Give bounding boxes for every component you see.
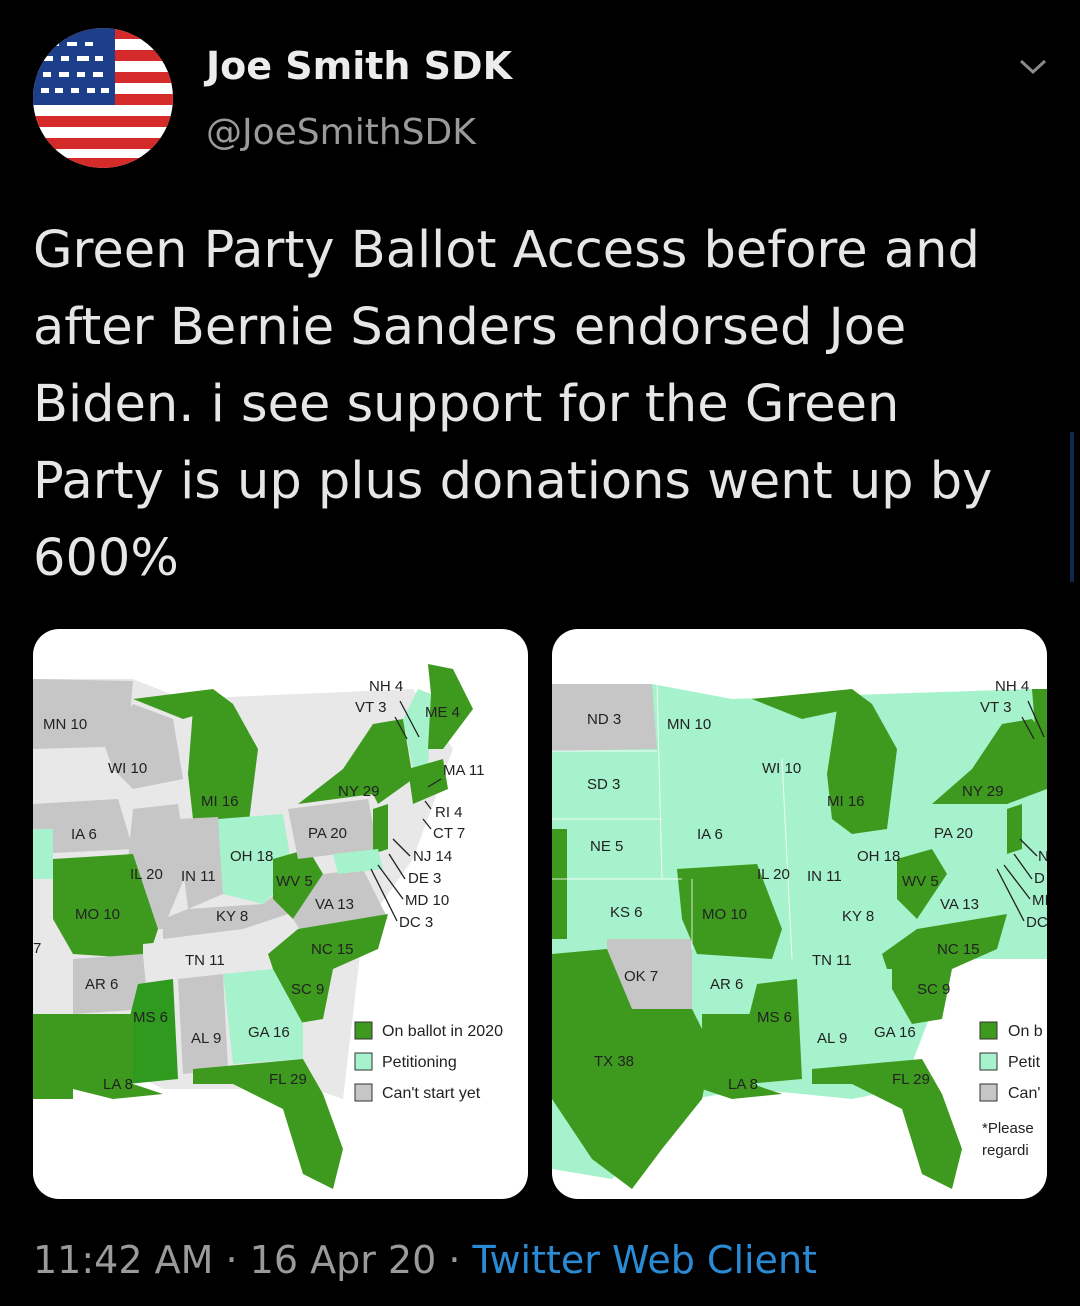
svg-text:TX 38: TX 38 — [594, 1053, 634, 1070]
svg-text:MN 10: MN 10 — [667, 716, 711, 733]
svg-text:OH 18: OH 18 — [857, 848, 900, 865]
svg-text:DE 3: DE 3 — [408, 870, 441, 887]
svg-text:Petit: Petit — [1008, 1054, 1041, 1071]
svg-text:AL 9: AL 9 — [191, 1030, 221, 1047]
svg-text:ND 3: ND 3 — [587, 711, 621, 728]
svg-text:SC 9: SC 9 — [291, 981, 324, 998]
svg-text:CT 7: CT 7 — [433, 825, 465, 842]
map-before-graphic: MN 10 WI 10 IA 6 MI 16 IL 20 IN 11 OH 18… — [33, 664, 503, 1189]
svg-text:MS 6: MS 6 — [757, 1009, 792, 1026]
svg-text:IL 20: IL 20 — [130, 866, 163, 883]
svg-text:IN 11: IN 11 — [807, 868, 842, 885]
svg-text:NE 5: NE 5 — [590, 838, 623, 855]
svg-text:NC 15: NC 15 — [311, 941, 354, 958]
us-flag-avatar-icon — [33, 28, 173, 168]
svg-text:MI 16: MI 16 — [827, 793, 865, 810]
svg-text:VA 13: VA 13 — [940, 896, 979, 913]
svg-text:D: D — [1034, 870, 1045, 887]
svg-text:KY 8: KY 8 — [216, 908, 248, 925]
svg-text:AR 6: AR 6 — [85, 976, 118, 993]
svg-text:DC: DC — [1026, 914, 1047, 931]
svg-text:Can': Can' — [1008, 1085, 1040, 1102]
svg-text:On ballot in 2020: On ballot in 2020 — [382, 1023, 503, 1040]
svg-text:GA 16: GA 16 — [874, 1024, 916, 1041]
tweet-meta: 11:42 AM · 16 Apr 20 · Twitter Web Clien… — [33, 1238, 817, 1282]
svg-text:SC 9: SC 9 — [917, 981, 950, 998]
svg-text:DC 3: DC 3 — [399, 914, 433, 931]
svg-text:OH 18: OH 18 — [230, 848, 273, 865]
client-link[interactable]: Twitter Web Client — [473, 1238, 817, 1282]
svg-text:AR 6: AR 6 — [710, 976, 743, 993]
svg-text:RI 4: RI 4 — [435, 804, 463, 821]
svg-text:MS 6: MS 6 — [133, 1009, 168, 1026]
avatar[interactable] — [33, 28, 173, 168]
svg-text:IA 6: IA 6 — [697, 826, 723, 843]
svg-text:TN 11: TN 11 — [812, 952, 852, 969]
svg-text:TN 11: TN 11 — [185, 952, 225, 969]
tweet-date[interactable]: 16 Apr 20 — [250, 1238, 437, 1282]
svg-text:N: N — [1038, 848, 1047, 865]
svg-text:WV 5: WV 5 — [902, 873, 939, 890]
tweet-text: Green Party Ballot Access before and aft… — [33, 221, 993, 588]
svg-text:NC 15: NC 15 — [937, 941, 980, 958]
svg-text:SD 3: SD 3 — [587, 776, 620, 793]
map-after-legend: On b Petit Can' *Please regardi — [979, 1021, 1043, 1159]
svg-text:*Please: *Please — [982, 1120, 1034, 1137]
svg-text:VT 3: VT 3 — [355, 699, 386, 716]
svg-text:Petitioning: Petitioning — [382, 1054, 457, 1071]
svg-text:OK 7: OK 7 — [624, 968, 658, 985]
svg-text:MI: MI — [1032, 892, 1047, 909]
svg-text:LA 8: LA 8 — [103, 1076, 133, 1093]
svg-text:IN 11: IN 11 — [181, 868, 216, 885]
display-name[interactable]: Joe Smith SDK — [206, 44, 512, 88]
map-before-legend: On ballot in 2020 Petitioning Can't star… — [354, 1021, 503, 1102]
svg-text:NY 29: NY 29 — [338, 783, 379, 800]
chevron-down-icon[interactable] — [1018, 56, 1048, 78]
svg-text:MO 10: MO 10 — [75, 906, 120, 923]
svg-text:On b: On b — [1008, 1023, 1043, 1040]
svg-text:MD 10: MD 10 — [405, 892, 449, 909]
svg-text:KY 8: KY 8 — [842, 908, 874, 925]
svg-text:WI 10: WI 10 — [762, 760, 801, 777]
svg-text:WI 10: WI 10 — [108, 760, 147, 777]
svg-text:AL 9: AL 9 — [817, 1030, 847, 1047]
svg-text:VT 3: VT 3 — [980, 699, 1011, 716]
svg-text:WV 5: WV 5 — [276, 873, 313, 890]
svg-text:MO 10: MO 10 — [702, 906, 747, 923]
svg-text:NY 29: NY 29 — [962, 783, 1003, 800]
user-handle[interactable]: @JoeSmithSDK — [206, 112, 476, 153]
svg-text:FL 29: FL 29 — [892, 1071, 930, 1088]
meta-separator: · — [448, 1238, 461, 1282]
svg-text:LA 8: LA 8 — [728, 1076, 758, 1093]
svg-text:NH 4: NH 4 — [995, 678, 1029, 695]
map-after-graphic: ND 3 MN 10 SD 3 WI 10 MI 16 NE 5 IA 6 IL… — [552, 678, 1047, 1189]
svg-text:IL 20: IL 20 — [757, 866, 790, 883]
svg-text:NJ 14: NJ 14 — [413, 848, 452, 865]
state-nj — [373, 804, 388, 854]
svg-text:ME 4: ME 4 — [425, 704, 460, 721]
svg-text:MI 16: MI 16 — [201, 793, 239, 810]
svg-text:NH 4: NH 4 — [369, 678, 403, 695]
svg-text:PA 20: PA 20 — [308, 825, 347, 842]
state-al — [178, 974, 228, 1074]
svg-text:MA 11: MA 11 — [443, 762, 484, 779]
svg-text:VA 13: VA 13 — [315, 896, 354, 913]
map-image-before[interactable]: MN 10 WI 10 IA 6 MI 16 IL 20 IN 11 OH 18… — [33, 629, 528, 1199]
state-ms — [747, 979, 802, 1084]
svg-text:GA 16: GA 16 — [248, 1024, 290, 1041]
state-ms — [128, 979, 178, 1084]
tweet-time[interactable]: 11:42 AM — [33, 1238, 213, 1282]
svg-text:MN 10: MN 10 — [43, 716, 87, 733]
state-fl — [812, 1059, 962, 1189]
svg-text:PA 20: PA 20 — [934, 825, 973, 842]
svg-text:regardi: regardi — [982, 1142, 1029, 1159]
map-image-after[interactable]: ND 3 MN 10 SD 3 WI 10 MI 16 NE 5 IA 6 IL… — [552, 629, 1047, 1199]
svg-text:Can't start yet: Can't start yet — [382, 1085, 481, 1102]
svg-text:IA 6: IA 6 — [71, 826, 97, 843]
meta-separator: · — [225, 1238, 238, 1282]
svg-text:FL 29: FL 29 — [269, 1071, 307, 1088]
scrollbar[interactable] — [1070, 432, 1074, 582]
svg-text:KS 6: KS 6 — [610, 904, 643, 921]
svg-text:7: 7 — [33, 940, 41, 957]
